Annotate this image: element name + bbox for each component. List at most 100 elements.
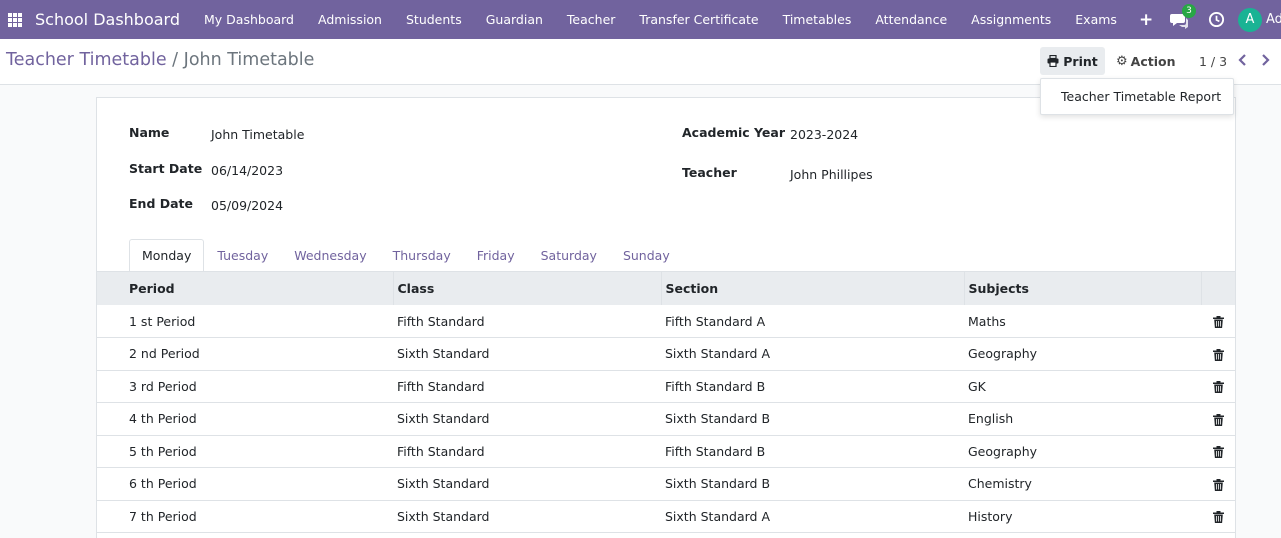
- column-header-subjects[interactable]: Subjects: [964, 272, 1202, 305]
- main-menu: My Dashboard Admission Students Guardian…: [192, 0, 1163, 39]
- cell-section: Sixth Standard B: [665, 411, 771, 427]
- menu-attendance[interactable]: Attendance: [863, 12, 959, 27]
- end-date-label: End Date: [129, 196, 194, 211]
- table-row[interactable]: 1 st Period Fifth Standard Fifth Standar…: [97, 305, 1235, 338]
- pager-value[interactable]: 1 / 3: [1199, 54, 1227, 69]
- menu-transfer-certificate[interactable]: Transfer Certificate: [627, 12, 770, 27]
- column-header-section[interactable]: Section: [661, 272, 965, 305]
- menu-assignments[interactable]: Assignments: [959, 12, 1063, 27]
- cell-section: Sixth Standard B: [665, 476, 771, 492]
- menu-guardian[interactable]: Guardian: [474, 12, 555, 27]
- cell-subject: English: [968, 411, 1014, 427]
- cell-class: Fifth Standard: [397, 313, 485, 329]
- breadcrumb-current: John Timetable: [183, 50, 315, 70]
- cell-class: Sixth Standard: [397, 476, 490, 492]
- print-dropdown-menu: Teacher Timetable Report: [1040, 78, 1234, 115]
- column-header-class[interactable]: Class: [393, 272, 662, 305]
- chevron-right-icon[interactable]: [1258, 52, 1272, 68]
- column-header-actions: [1201, 272, 1235, 305]
- trash-icon[interactable]: [1212, 381, 1224, 394]
- form-sheet: Name John Timetable Start Date 06/14/202…: [96, 97, 1236, 538]
- trash-icon[interactable]: [1212, 478, 1224, 491]
- table-header-row: Period Class Section Subjects: [97, 272, 1235, 305]
- cell-section: Fifth Standard A: [665, 313, 766, 329]
- tab-monday[interactable]: Monday: [129, 239, 205, 272]
- breadcrumb-parent[interactable]: Teacher Timetable: [6, 50, 167, 70]
- trash-icon[interactable]: [1212, 446, 1224, 459]
- start-date-field[interactable]: 06/14/2023: [211, 163, 283, 178]
- academic-year-label: Academic Year: [682, 125, 785, 140]
- user-name[interactable]: Ad: [1266, 12, 1281, 27]
- name-field[interactable]: John Timetable: [211, 127, 304, 142]
- chat-icon[interactable]: 3: [1170, 3, 1196, 29]
- systray: 3 A Ad: [1170, 0, 1281, 39]
- table-row[interactable]: 6 th Period Sixth Standard Sixth Standar…: [97, 468, 1235, 500]
- cell-period: 5 th Period: [129, 443, 197, 459]
- printer-icon: [1047, 55, 1059, 67]
- end-date-field[interactable]: 05/09/2024: [211, 198, 283, 213]
- tab-tuesday[interactable]: Tuesday: [204, 239, 281, 272]
- cell-section: Fifth Standard B: [665, 443, 766, 459]
- cell-section: Sixth Standard A: [665, 508, 770, 524]
- tab-thursday[interactable]: Thursday: [380, 239, 464, 272]
- trash-icon[interactable]: [1212, 348, 1224, 361]
- start-date-label: Start Date: [129, 161, 203, 176]
- cell-subject: History: [968, 508, 1013, 524]
- table-row[interactable]: 3 rd Period Fifth Standard Fifth Standar…: [97, 370, 1235, 403]
- print-button[interactable]: Print: [1040, 47, 1105, 75]
- menu-my-dashboard[interactable]: My Dashboard: [192, 12, 306, 27]
- teacher-label: Teacher: [682, 165, 737, 180]
- plus-icon[interactable]: +: [1129, 10, 1163, 30]
- trash-icon[interactable]: [1212, 316, 1224, 328]
- menu-students[interactable]: Students: [394, 12, 474, 27]
- table-row[interactable]: 7 th Period Sixth Standard Sixth Standar…: [97, 500, 1235, 533]
- academic-year-field[interactable]: 2023-2024: [790, 127, 858, 142]
- trash-icon[interactable]: [1212, 511, 1224, 524]
- table-row[interactable]: 5 th Period Fifth Standard Fifth Standar…: [97, 435, 1235, 468]
- chat-count-badge: 3: [1182, 3, 1196, 18]
- cell-period: 6 th Period: [129, 476, 197, 492]
- cell-class: Fifth Standard: [397, 378, 485, 394]
- cell-period: 3 rd Period: [129, 378, 197, 394]
- clock-icon[interactable]: [1208, 11, 1225, 28]
- cell-subject: Geography: [968, 346, 1038, 362]
- column-header-period[interactable]: Period: [97, 272, 394, 305]
- tab-sunday[interactable]: Sunday: [610, 239, 683, 272]
- menu-teacher[interactable]: Teacher: [555, 12, 628, 27]
- breadcrumb-separator: /: [172, 50, 179, 70]
- tab-friday[interactable]: Friday: [464, 239, 528, 272]
- cell-period: 2 nd Period: [129, 346, 200, 362]
- user-avatar[interactable]: A: [1238, 7, 1262, 32]
- cell-section: Fifth Standard B: [665, 378, 766, 394]
- cell-section: Sixth Standard A: [665, 346, 770, 362]
- menu-exams[interactable]: Exams: [1063, 12, 1129, 27]
- cell-period: 4 th Period: [129, 411, 197, 427]
- tab-saturday[interactable]: Saturday: [528, 239, 610, 272]
- print-label: Print: [1063, 53, 1098, 69]
- menu-admission[interactable]: Admission: [306, 12, 394, 27]
- name-label: Name: [129, 125, 170, 140]
- cell-class: Sixth Standard: [397, 411, 490, 427]
- table-row[interactable]: 4 th Period Sixth Standard Sixth Standar…: [97, 403, 1235, 435]
- app-brand[interactable]: School Dashboard: [35, 10, 180, 29]
- breadcrumb: Teacher Timetable / John Timetable: [6, 50, 314, 70]
- menu-item-teacher-timetable-report[interactable]: Teacher Timetable Report: [1061, 89, 1221, 104]
- table-row[interactable]: 2 nd Period Sixth Standard Sixth Standar…: [97, 338, 1235, 370]
- tab-wednesday[interactable]: Wednesday: [281, 239, 379, 272]
- cell-subject: Geography: [968, 443, 1038, 459]
- cell-period: 1 st Period: [129, 313, 196, 329]
- menu-timetables[interactable]: Timetables: [771, 12, 864, 27]
- gear-icon: ⚙: [1116, 53, 1128, 69]
- cell-class: Fifth Standard: [397, 443, 485, 459]
- action-button[interactable]: ⚙ Action: [1110, 47, 1182, 75]
- chevron-left-icon[interactable]: [1236, 52, 1250, 68]
- top-navbar: School Dashboard My Dashboard Admission …: [0, 0, 1281, 39]
- cell-subject: Chemistry: [968, 476, 1032, 492]
- cell-period: 7 th Period: [129, 508, 197, 524]
- apps-grid-icon[interactable]: [8, 12, 22, 27]
- cell-subject: GK: [968, 378, 986, 394]
- action-label: Action: [1130, 53, 1176, 69]
- trash-icon[interactable]: [1212, 413, 1224, 426]
- teacher-field[interactable]: John Phillipes: [790, 167, 873, 182]
- timetable-lines-table: Period Class Section Subjects 1 st Perio…: [97, 272, 1235, 533]
